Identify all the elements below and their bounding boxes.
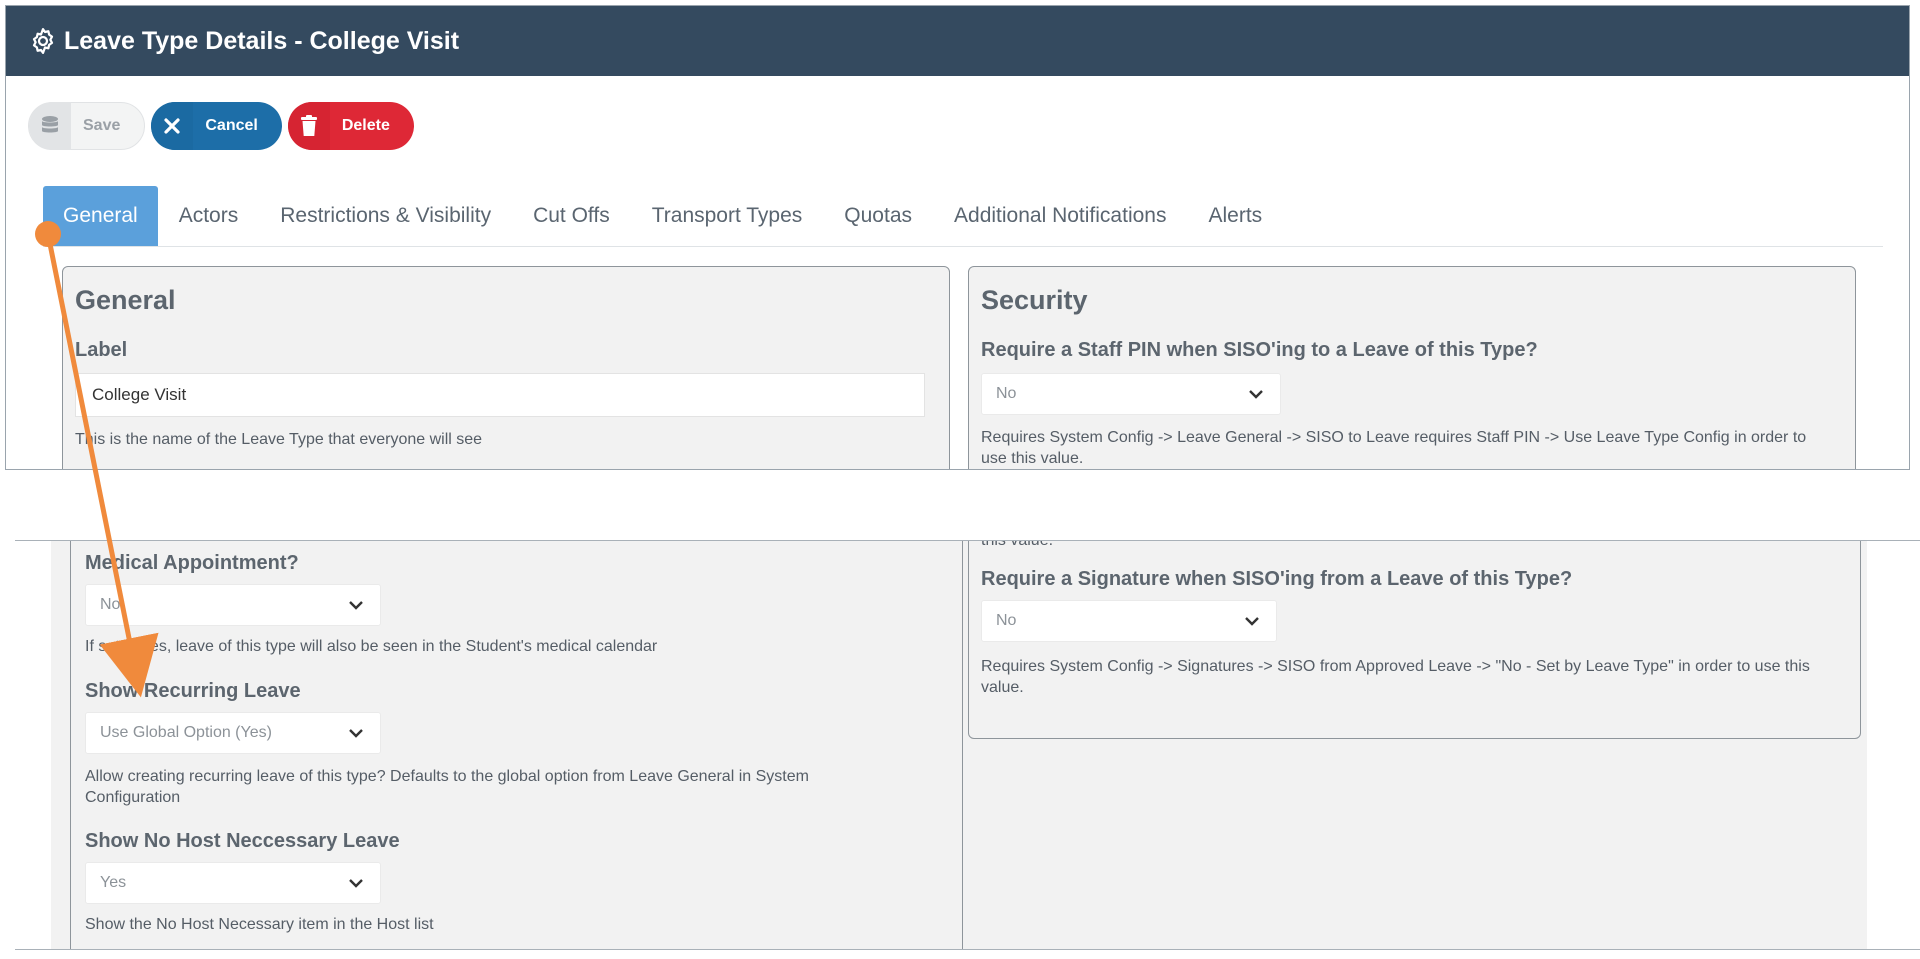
label-field-label: Label bbox=[75, 339, 128, 361]
cancel-label: Cancel bbox=[205, 117, 258, 134]
close-icon bbox=[151, 102, 194, 150]
medical-value: No bbox=[100, 596, 121, 613]
staff-pin-select[interactable]: No bbox=[981, 373, 1281, 415]
chevron-down-icon bbox=[349, 729, 363, 738]
nohost-help-text: Show the No Host Necessary item in the H… bbox=[85, 916, 434, 933]
nohost-label: Show No Host Neccessary Leave bbox=[85, 830, 400, 852]
medical-help-text: If set to yes, leave of this type will a… bbox=[85, 638, 658, 655]
staff-pin-value: No bbox=[996, 385, 1017, 402]
tab-cut-offs[interactable]: Cut Offs bbox=[512, 186, 631, 246]
tab-general[interactable]: General bbox=[43, 186, 158, 246]
page-title: Leave Type Details - College Visit bbox=[64, 26, 460, 55]
chevron-down-icon bbox=[349, 601, 363, 610]
page-header: Leave Type Details - College Visit bbox=[6, 6, 1909, 76]
save-button[interactable]: Save bbox=[28, 102, 146, 150]
security-card: Security Require a Staff PIN when SISO'i… bbox=[968, 266, 1856, 469]
chevron-down-icon bbox=[349, 879, 363, 888]
tab-additional-notifications[interactable]: Additional Notifications bbox=[933, 186, 1187, 246]
recurring-value: Use Global Option (Yes) bbox=[100, 724, 272, 741]
cancel-button[interactable]: Cancel bbox=[151, 102, 282, 150]
chevron-down-icon bbox=[1245, 617, 1259, 626]
database-icon bbox=[29, 102, 71, 150]
label-help-text: This is the name of the Leave Type that … bbox=[75, 431, 483, 448]
label-input[interactable]: College Visit bbox=[75, 373, 925, 417]
trash-icon bbox=[287, 102, 330, 150]
signature-label: Require a Signature when SISO'ing from a… bbox=[981, 568, 1573, 590]
tab-transport-types[interactable]: Transport Types bbox=[631, 186, 824, 246]
nohost-select[interactable]: Yes bbox=[85, 862, 381, 904]
delete-label: Delete bbox=[341, 117, 390, 134]
staff-pin-help-text: Requires System Config -> Leave General … bbox=[981, 429, 1807, 467]
tab-restrictions-visibility[interactable]: Restrictions & Visibility bbox=[259, 186, 512, 246]
medical-label: Medical Appointment? bbox=[85, 552, 299, 574]
toolbar: Save Cancel Delete bbox=[28, 102, 414, 150]
recurring-help-text: Allow creating recurring leave of this t… bbox=[85, 768, 809, 806]
recurring-select[interactable]: Use Global Option (Yes) bbox=[85, 712, 381, 754]
nohost-value: Yes bbox=[100, 874, 127, 891]
general-card: General Label College Visit This is the … bbox=[62, 266, 950, 469]
general-card-continued: Medical Appointment? No If set to yes, l… bbox=[70, 541, 963, 949]
recurring-label: Show Recurring Leave bbox=[85, 680, 301, 702]
tab-alerts[interactable]: Alerts bbox=[1187, 186, 1283, 246]
tab-actors[interactable]: Actors bbox=[158, 186, 260, 246]
partial-help-text: this value. bbox=[981, 540, 1054, 549]
security-card-continued: this value. Require a Signature when SIS… bbox=[968, 540, 1861, 739]
delete-button[interactable]: Delete bbox=[287, 102, 414, 150]
chevron-down-icon bbox=[1249, 390, 1263, 399]
save-label: Save bbox=[83, 117, 121, 134]
security-heading: Security bbox=[981, 285, 1088, 315]
signature-help-text: Requires System Config -> Signatures -> … bbox=[981, 658, 1810, 696]
staff-pin-label: Require a Staff PIN when SISO'ing to a L… bbox=[981, 339, 1538, 361]
bottom-screenshot-panel: Medical Appointment? No If set to yes, l… bbox=[15, 540, 1920, 950]
tab-bar: General Actors Restrictions & Visibility… bbox=[43, 186, 1883, 247]
gear-icon bbox=[32, 28, 54, 54]
signature-value: No bbox=[996, 612, 1017, 629]
signature-select[interactable]: No bbox=[981, 600, 1277, 642]
general-heading: General bbox=[75, 285, 176, 315]
top-screenshot-panel: Leave Type Details - College Visit Save … bbox=[5, 5, 1910, 470]
tab-quotas[interactable]: Quotas bbox=[823, 186, 933, 246]
medical-select[interactable]: No bbox=[85, 584, 381, 626]
